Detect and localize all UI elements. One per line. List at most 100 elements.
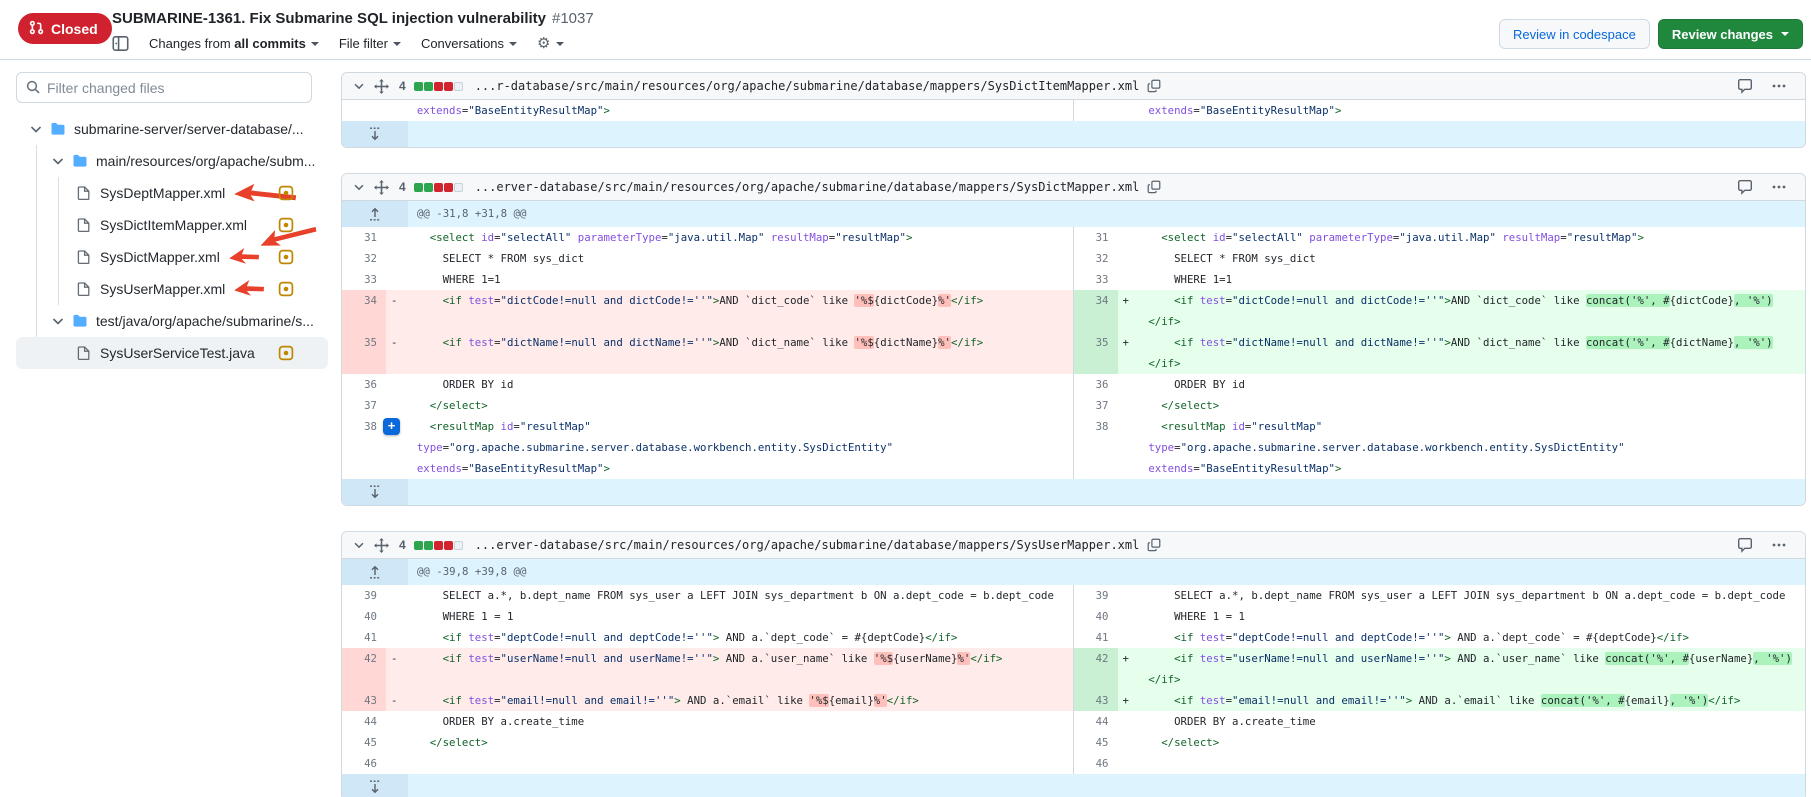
line-number[interactable]: 39 [1074,585,1118,606]
line-number[interactable]: 42 [342,648,386,690]
comment-icon[interactable] [1737,78,1753,94]
line-number[interactable]: 36 [1074,374,1118,395]
copy-path-button[interactable] [1147,180,1161,194]
diff-cell: 42- <if test="userName!=null and userNam… [342,648,1074,690]
line-number[interactable]: 35 [1074,332,1118,374]
expand-diff-button[interactable] [342,121,408,147]
line-number[interactable]: 38 [342,416,386,479]
line-number[interactable]: 34 [1074,290,1118,332]
collapse-file-button[interactable] [352,180,366,194]
line-number[interactable]: 38 [1074,416,1118,479]
line-number[interactable] [1074,100,1118,121]
code-line: <if test="userName!=null and userName!='… [404,648,1073,669]
expand-hunk-button[interactable] [342,201,408,227]
line-number[interactable]: 46 [1074,753,1118,774]
pr-title-block: SUBMARINE-1361. Fix Submarine SQL inject… [112,10,594,52]
hunk-header-row: @@ -31,8 +31,8 @@ [342,201,1805,227]
copy-path-button[interactable] [1147,538,1161,552]
line-number[interactable]: 45 [1074,732,1118,753]
file-path-link[interactable]: ...erver-database/src/main/resources/org… [475,180,1140,194]
line-number[interactable]: 35 [342,332,386,374]
file-filter-box [16,72,312,103]
file-modified-icon [278,217,294,233]
line-number[interactable]: 31 [1074,227,1118,248]
line-number[interactable]: 41 [1074,627,1118,648]
drag-handle-icon[interactable] [374,180,389,195]
file-path-link[interactable]: ...r-database/src/main/resources/org/apa… [475,79,1140,93]
line-number[interactable]: 40 [1074,606,1118,627]
tree-folder-main-resources-org-apache-subm-[interactable]: main/resources/org/apache/subm... [16,145,328,177]
line-number[interactable]: 40 [342,606,386,627]
code-content: <if test="dictName!=null and dictName!='… [404,332,1073,374]
line-number[interactable]: 44 [1074,711,1118,732]
diff-cell: 37 </select> [1074,395,1806,416]
hunk-header-row: @@ -39,8 +39,8 @@ [342,559,1805,585]
file-path-link[interactable]: ...erver-database/src/main/resources/org… [475,538,1140,552]
line-number[interactable]: 41 [342,627,386,648]
line-number[interactable]: 45 [342,732,386,753]
comment-icon[interactable] [1737,537,1753,553]
copy-path-button[interactable] [1147,79,1161,93]
line-number[interactable]: 43 [1074,690,1118,711]
line-number[interactable]: 39 [342,585,386,606]
tree-item-label: SysDictMapper.xml [100,249,220,265]
expand-hunk-button[interactable] [342,559,408,585]
file-filter-dropdown[interactable]: File filter [339,36,401,51]
review-in-codespace-button[interactable]: Review in codespace [1499,19,1650,49]
line-number[interactable]: 32 [1074,248,1118,269]
collapse-file-button[interactable] [352,538,366,552]
conversations-dropdown[interactable]: Conversations [421,36,517,51]
review-changes-button[interactable]: Review changes [1658,19,1803,49]
code-line: SELECT a.*, b.dept_name FROM sys_user a … [404,585,1073,606]
line-number[interactable]: 34 [342,290,386,332]
tree-file-sysdictmapper-xml[interactable]: SysDictMapper.xml [16,241,328,273]
diff-sign: + [1118,690,1136,711]
line-number[interactable]: 33 [1074,269,1118,290]
tree-folder-submarine-server-server-database-[interactable]: submarine-server/server-database/... [16,113,328,145]
tree-file-sysusermapper-xml[interactable]: SysUserMapper.xml [16,273,328,305]
code-line: </select> [404,395,1073,416]
code-content: <if test="deptCode!=null and deptCode!='… [404,627,1073,648]
line-number[interactable]: 36 [342,374,386,395]
line-number[interactable]: 33 [342,269,386,290]
diff-sign [386,732,404,753]
line-number[interactable]: 43 [342,690,386,711]
line-number[interactable] [342,100,386,121]
line-number[interactable]: 32 [342,248,386,269]
changes-from-dropdown[interactable]: Changes from all commits [149,36,319,51]
file-modified-icon [278,345,294,361]
line-number[interactable]: 44 [342,711,386,732]
tree-file-sysuserservicetest-java[interactable]: SysUserServiceTest.java [16,337,328,369]
collapse-file-button[interactable] [352,79,366,93]
tree-file-sysdictitemmapper-xml[interactable]: SysDictItemMapper.xml [16,209,328,241]
code-line: <if test="userName!=null and userName!='… [1136,648,1806,669]
drag-handle-icon[interactable] [374,538,389,553]
add-comment-button[interactable]: + [383,418,400,435]
diffstat-square-neutral [454,82,463,91]
code-line: <select id="selectAll" parameterType="ja… [1136,227,1806,248]
kebab-menu-icon[interactable] [1771,78,1787,94]
annotation-arrow-icon [234,279,264,300]
expand-diff-button[interactable] [342,774,408,797]
line-number[interactable]: 37 [1074,395,1118,416]
line-number[interactable]: 31 [342,227,386,248]
line-number[interactable]: 42 [1074,648,1118,690]
line-number[interactable]: 37 [342,395,386,416]
diff-sign: - [386,332,404,374]
code-content [1136,753,1806,774]
code-line: <resultMap id="resultMap" [1136,416,1806,437]
filter-changed-files-input[interactable] [16,72,312,103]
pr-state-label: Closed [51,21,98,37]
review-changes-label: Review changes [1672,27,1773,42]
collapse-sidebar-icon[interactable] [112,35,129,52]
diff-settings-dropdown[interactable]: ⚙ [537,36,563,51]
comment-icon[interactable] [1737,179,1753,195]
kebab-menu-icon[interactable] [1771,179,1787,195]
drag-handle-icon[interactable] [374,79,389,94]
tree-file-sysdeptmapper-xml[interactable]: SysDeptMapper.xml [16,177,328,209]
expand-diff-button[interactable] [342,479,408,505]
tree-folder-test-java-org-apache-submarine-s-[interactable]: test/java/org/apache/submarine/s... [16,305,328,337]
kebab-menu-icon[interactable] [1771,537,1787,553]
diff-sign: - [386,690,404,711]
line-number[interactable]: 46 [342,753,386,774]
